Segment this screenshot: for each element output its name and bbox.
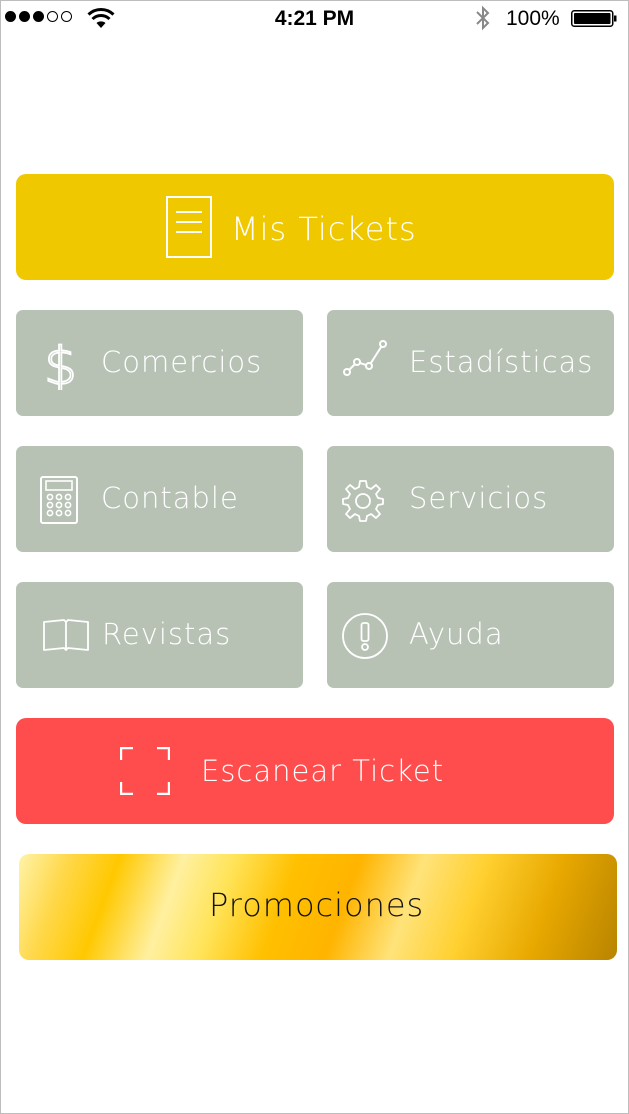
comercios-label: Comercios [101, 345, 263, 379]
mis-tickets-label: Mis Tickets [231, 210, 417, 248]
promociones-button[interactable]: Promociones [19, 854, 617, 960]
contable-label: Contable [101, 481, 239, 515]
calculator-icon [40, 476, 78, 524]
ayuda-button[interactable]: Ayuda [327, 582, 614, 688]
app-screen: 4:21 PM 100% Mis Tickets $ Comercios Est… [0, 0, 629, 1114]
battery-icon [571, 10, 617, 27]
status-bar: 4:21 PM 100% [1, 1, 628, 39]
escanear-ticket-label: Escanear Ticket [201, 754, 445, 788]
gear-icon [342, 480, 384, 522]
servicios-label: Servicios [409, 481, 549, 515]
exclamation-circle-icon [342, 613, 388, 659]
servicios-button[interactable]: Servicios [327, 446, 614, 552]
revistas-label: Revistas [102, 617, 232, 651]
line-chart-icon [343, 340, 387, 376]
document-icon [166, 196, 212, 258]
estadisticas-label: Estadísticas [409, 345, 594, 379]
comercios-button[interactable]: $ Comercios [16, 310, 303, 416]
open-book-icon [43, 619, 89, 651]
ayuda-label: Ayuda [409, 617, 504, 651]
promociones-label: Promociones [209, 886, 425, 924]
dollar-icon: $ [44, 338, 78, 390]
contable-button[interactable]: Contable [16, 446, 303, 552]
revistas-button[interactable]: Revistas [16, 582, 303, 688]
estadisticas-button[interactable]: Estadísticas [327, 310, 614, 416]
bluetooth-icon [476, 5, 490, 31]
scan-frame-icon [120, 747, 170, 795]
svg-text:$: $ [44, 338, 78, 390]
mis-tickets-button[interactable]: Mis Tickets [16, 174, 614, 280]
battery-percentage: 100% [506, 7, 560, 30]
escanear-ticket-button[interactable]: Escanear Ticket [16, 718, 614, 824]
